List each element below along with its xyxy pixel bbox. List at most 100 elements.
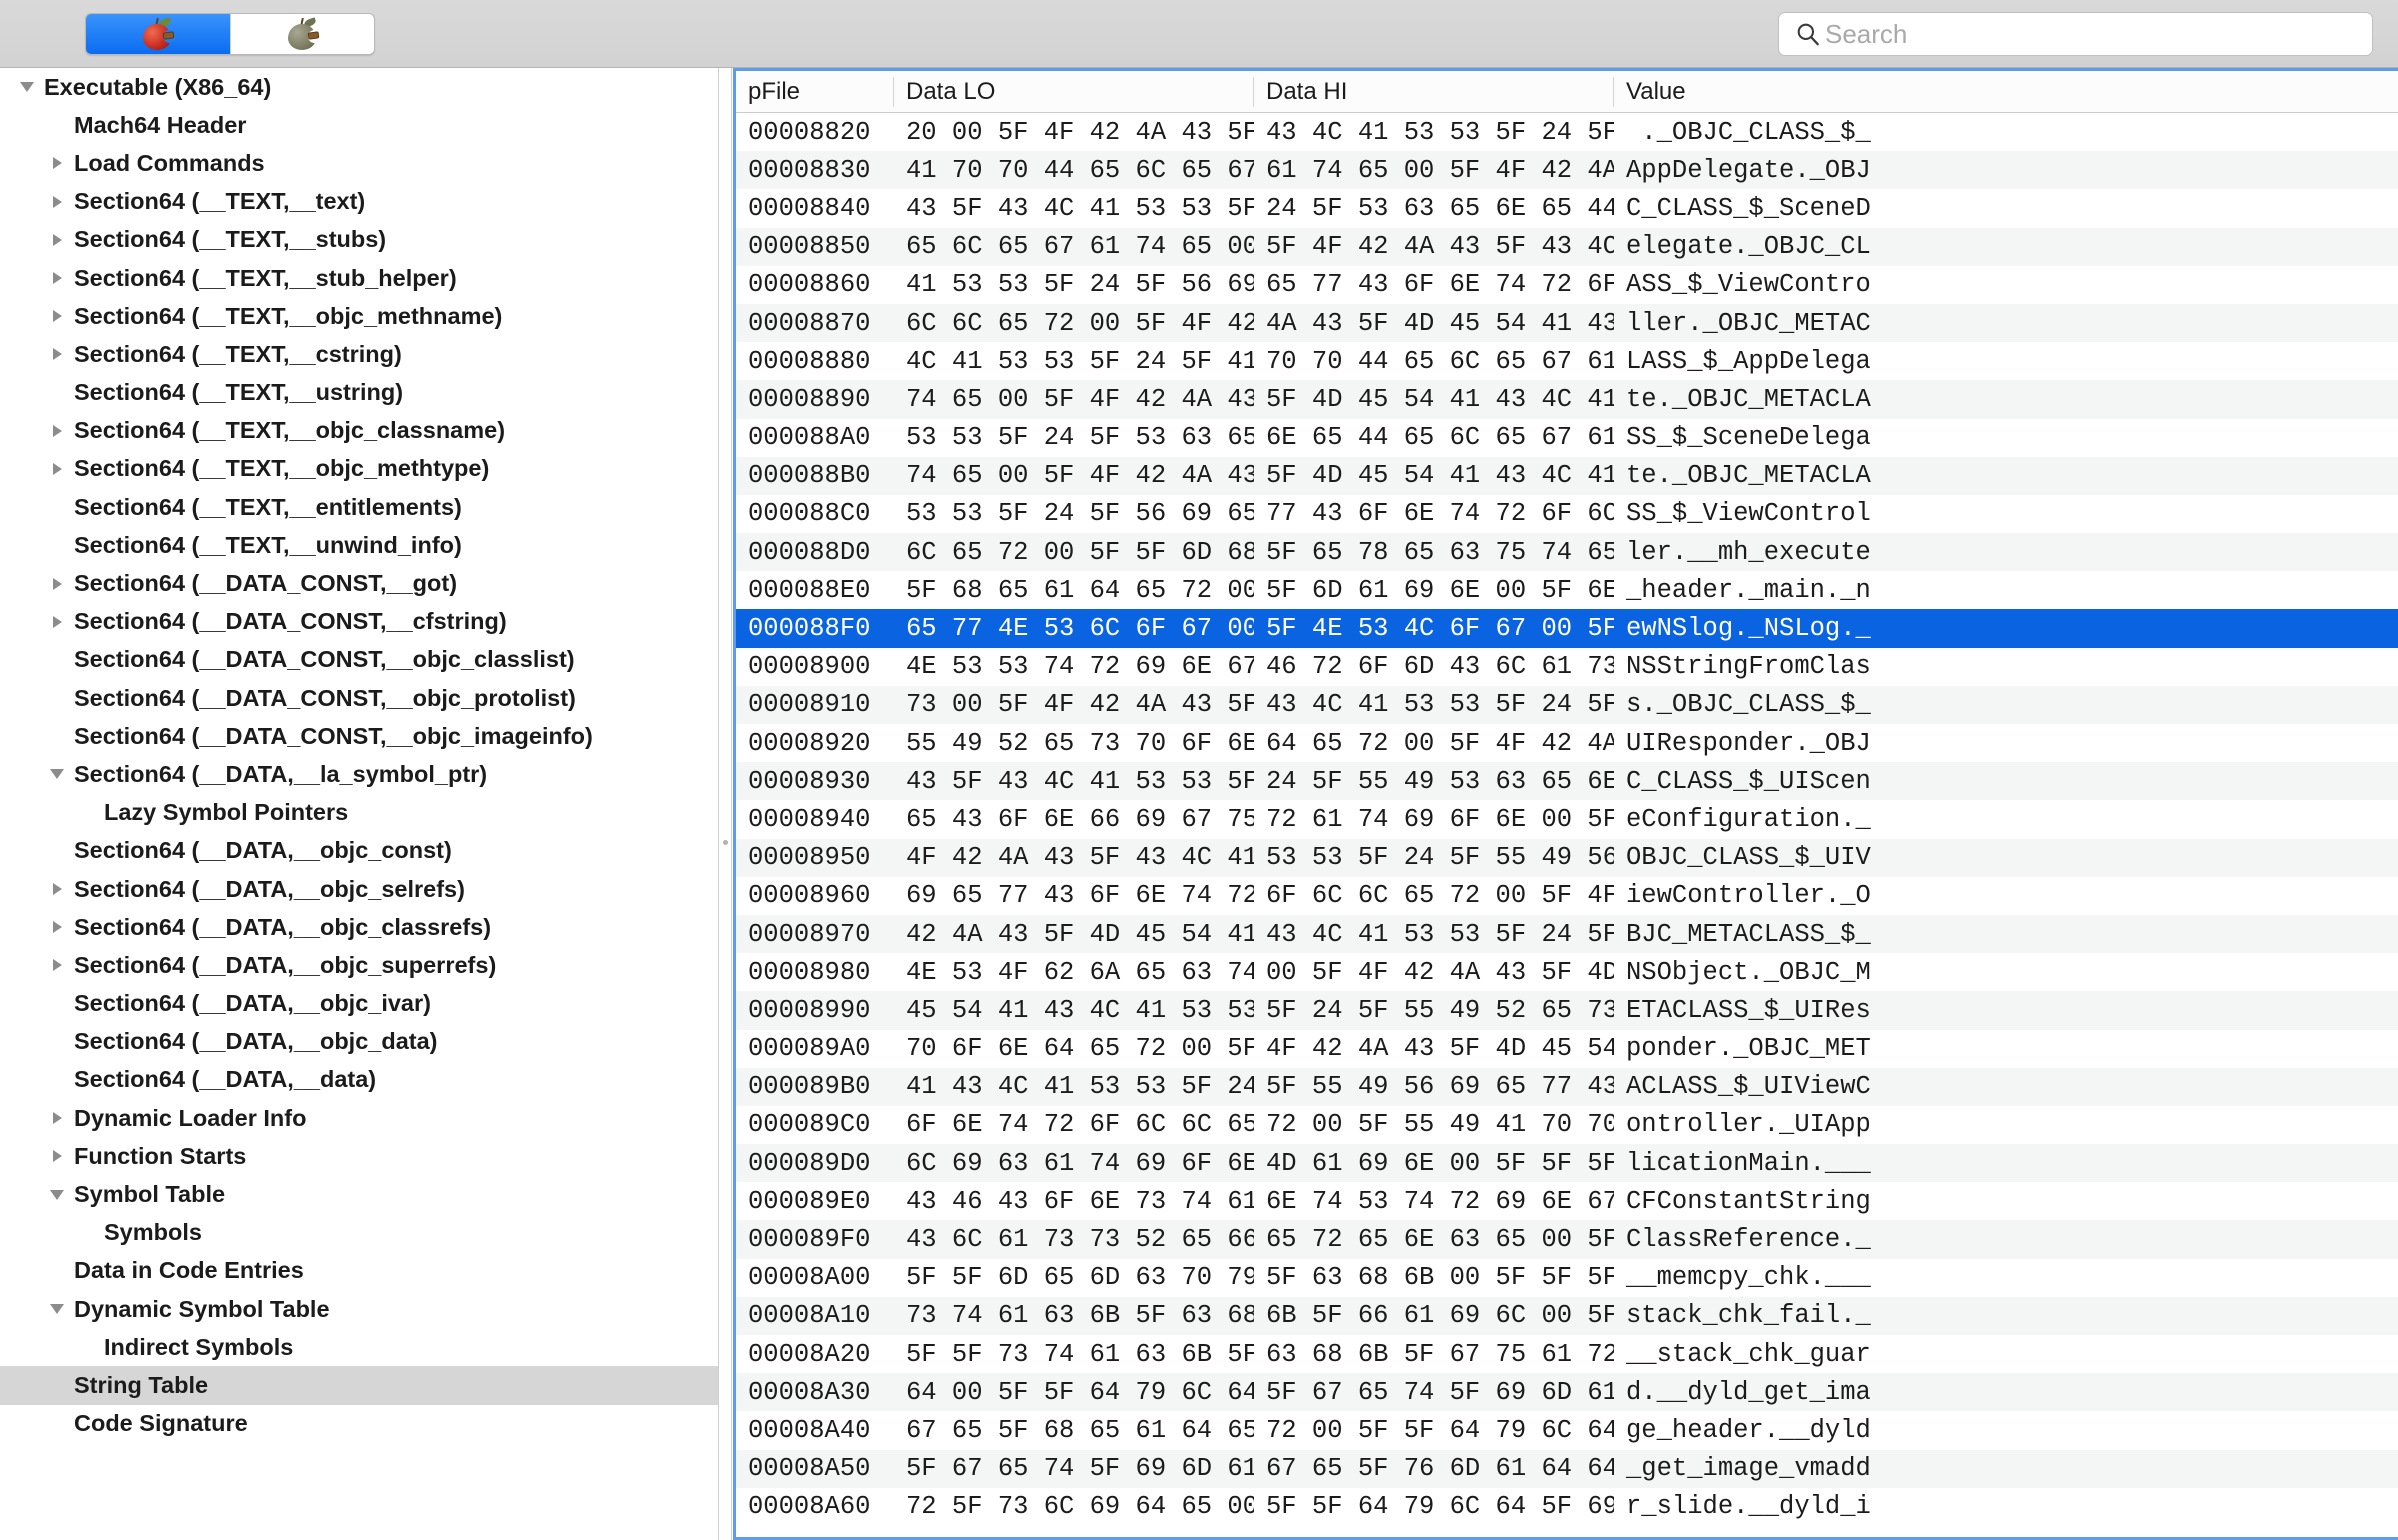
sidebar-item-executable-x86-64[interactable]: Executable (X86_64) xyxy=(0,68,718,106)
chevron-right-icon[interactable] xyxy=(44,272,70,285)
sidebar-item-section64-data-objc-selrefs[interactable]: Section64 (__DATA,__objc_selrefs) xyxy=(0,870,718,908)
segment-red-apple[interactable] xyxy=(86,14,230,54)
sidebar-item-section64-data-const-objc-classlist[interactable]: Section64 (__DATA_CONST,__objc_classlist… xyxy=(0,641,718,679)
chevron-right-icon[interactable] xyxy=(44,424,70,437)
sidebar-item-section64-data-data[interactable]: Section64 (__DATA,__data) xyxy=(0,1061,718,1099)
sidebar-item-section64-data-const-objc-protolist[interactable]: Section64 (__DATA_CONST,__objc_protolist… xyxy=(0,679,718,717)
sidebar-item-mach64-header[interactable]: Mach64 Header xyxy=(0,106,718,144)
table-row[interactable]: 00008A50 5F 67 65 74 5F 69 6D 61 67 65 5F … xyxy=(736,1449,2398,1488)
sidebar-item-section64-data-objc-ivar[interactable]: Section64 (__DATA,__objc_ivar) xyxy=(0,985,718,1023)
sidebar-item-function-starts[interactable]: Function Starts xyxy=(0,1137,718,1175)
table-row[interactable]: 00008880 4C 41 53 53 5F 24 5F 41 70 70 44 … xyxy=(736,342,2398,380)
table-row[interactable]: 00008900 4E 53 53 74 72 69 6E 67 46 72 6F … xyxy=(736,648,2398,686)
chevron-right-icon[interactable] xyxy=(44,921,70,934)
chevron-down-icon[interactable] xyxy=(44,769,70,780)
sidebar-item-section64-data-const-got[interactable]: Section64 (__DATA_CONST,__got) xyxy=(0,564,718,602)
chevron-right-icon[interactable] xyxy=(44,195,70,208)
chevron-right-icon[interactable] xyxy=(44,462,70,475)
chevron-right-icon[interactable] xyxy=(44,959,70,972)
sidebar-item-lazy-symbol-pointers[interactable]: Lazy Symbol Pointers xyxy=(0,794,718,832)
sidebar-item-section64-data-objc-data[interactable]: Section64 (__DATA,__objc_data) xyxy=(0,1023,718,1061)
table-row[interactable]: 000089D0 6C 69 63 61 74 69 6F 6E 4D 61 69 … xyxy=(736,1144,2398,1183)
table-row[interactable]: 00008830 41 70 70 44 65 6C 65 67 61 74 65 … xyxy=(736,151,2398,190)
structure-outline-sidebar[interactable]: Executable (X86_64) Mach64 Header Load Com… xyxy=(0,68,718,1540)
sidebar-item-section64-data-objc-superrefs[interactable]: Section64 (__DATA,__objc_superrefs) xyxy=(0,946,718,984)
chevron-right-icon[interactable] xyxy=(44,883,70,896)
sidebar-item-section64-text-objc-methtype[interactable]: Section64 (__TEXT,__objc_methtype) xyxy=(0,450,718,488)
sidebar-item-section64-text-unwind-info[interactable]: Section64 (__TEXT,__unwind_info) xyxy=(0,526,718,564)
table-row[interactable]: 00008970 42 4A 43 5F 4D 45 54 41 43 4C 41 … xyxy=(736,914,2398,954)
chevron-right-icon[interactable] xyxy=(44,157,70,170)
sidebar-item-data-in-code-entries[interactable]: Data in Code Entries xyxy=(0,1252,718,1290)
table-row[interactable]: 000088A0 53 53 5F 24 5F 53 63 65 6E 65 44 … xyxy=(736,419,2398,457)
chevron-right-icon[interactable] xyxy=(44,1150,70,1163)
sidebar-item-section64-text-stubs[interactable]: Section64 (__TEXT,__stubs) xyxy=(0,221,718,259)
table-row[interactable]: 00008A60 72 5F 73 6C 69 64 65 00 5F 5F 64 … xyxy=(736,1488,2398,1526)
sidebar-item-section64-text-objc-methname[interactable]: Section64 (__TEXT,__objc_methname) xyxy=(0,297,718,335)
sidebar-item-dynamic-loader-info[interactable]: Dynamic Loader Info xyxy=(0,1099,718,1137)
chevron-right-icon[interactable] xyxy=(44,348,70,361)
sidebar-item-section64-data-objc-classrefs[interactable]: Section64 (__DATA,__objc_classrefs) xyxy=(0,908,718,946)
table-row[interactable]: 000088E0 5F 68 65 61 64 65 72 00 5F 6D 61 … xyxy=(736,571,2398,609)
sidebar-item-dynamic-symbol-table[interactable]: Dynamic Symbol Table xyxy=(0,1290,718,1328)
chevron-right-icon[interactable] xyxy=(44,233,70,246)
pane-splitter[interactable] xyxy=(718,68,732,1540)
sidebar-item-section64-data-const-cfstring[interactable]: Section64 (__DATA_CONST,__cfstring) xyxy=(0,603,718,641)
sidebar-item-section64-text-text[interactable]: Section64 (__TEXT,__text) xyxy=(0,183,718,221)
table-row[interactable]: 000089B0 41 43 4C 41 53 53 5F 24 5F 55 49 … xyxy=(736,1067,2398,1106)
sidebar-item-section64-data-objc-const[interactable]: Section64 (__DATA,__objc_const) xyxy=(0,832,718,870)
table-row[interactable]: 00008A00 5F 5F 6D 65 6D 63 70 79 5F 63 68 … xyxy=(736,1259,2398,1297)
table-row[interactable]: 00008990 45 54 41 43 4C 41 53 53 5F 24 5F … xyxy=(736,991,2398,1030)
table-row[interactable]: 00008850 65 6C 65 67 61 74 65 00 5F 4F 42 … xyxy=(736,227,2398,266)
table-row[interactable]: 000088C0 53 53 5F 24 5F 56 69 65 77 43 6F … xyxy=(736,495,2398,533)
table-row[interactable]: 00008860 41 53 53 5F 24 5F 56 69 65 77 43 … xyxy=(736,266,2398,304)
chevron-right-icon[interactable] xyxy=(44,310,70,323)
sidebar-item-section64-text-objc-classname[interactable]: Section64 (__TEXT,__objc_classname) xyxy=(0,412,718,450)
table-row[interactable]: 00008950 4F 42 4A 43 5F 43 4C 41 53 53 5F … xyxy=(736,838,2398,877)
table-row[interactable]: 00008A40 67 65 5F 68 65 61 64 65 72 00 5F … xyxy=(736,1411,2398,1449)
sidebar-item-section64-text-cstring[interactable]: Section64 (__TEXT,__cstring) xyxy=(0,335,718,373)
table-row[interactable]: 000088B0 74 65 00 5F 4F 42 4A 43 5F 4D 45 … xyxy=(736,456,2398,495)
chevron-down-icon[interactable] xyxy=(44,1304,70,1315)
sidebar-item-string-table[interactable]: String Table xyxy=(0,1366,718,1405)
table-row[interactable]: 00008920 55 49 52 65 73 70 6F 6E 64 65 72 … xyxy=(736,724,2398,762)
chevron-down-icon[interactable] xyxy=(44,1189,70,1200)
search-input[interactable] xyxy=(1823,17,2362,51)
sidebar-item-symbol-table[interactable]: Symbol Table xyxy=(0,1175,718,1213)
sidebar-item-load-commands[interactable]: Load Commands xyxy=(0,144,718,182)
chevron-down-icon[interactable] xyxy=(14,82,40,93)
column-header-pfile[interactable]: pFile xyxy=(736,76,894,107)
search-field[interactable] xyxy=(1778,12,2373,56)
sidebar-item-section64-text-ustring[interactable]: Section64 (__TEXT,__ustring) xyxy=(0,374,718,412)
sidebar-item-section64-data-la-symbol-ptr[interactable]: Section64 (__DATA,__la_symbol_ptr) xyxy=(0,755,718,793)
table-row[interactable]: 000089F0 43 6C 61 73 73 52 65 66 65 72 65 … xyxy=(736,1220,2398,1259)
hex-detail-table[interactable]: pFile Data LO Data HI Value 00008820 20 0… xyxy=(733,68,2398,1540)
table-row[interactable]: 000089E0 43 46 43 6F 6E 73 74 61 6E 74 53 … xyxy=(736,1182,2398,1220)
table-row[interactable]: 00008980 4E 53 4F 62 6A 65 63 74 00 5F 4F … xyxy=(736,953,2398,991)
column-header-data-hi[interactable]: Data HI xyxy=(1254,76,1614,107)
table-row[interactable]: 000089C0 6F 6E 74 72 6F 6C 6C 65 72 00 5F … xyxy=(736,1106,2398,1144)
table-row[interactable]: 00008910 73 00 5F 4F 42 4A 43 5F 43 4C 41 … xyxy=(736,685,2398,724)
sidebar-item-section64-data-const-objc-imageinfo[interactable]: Section64 (__DATA_CONST,__objc_imageinfo… xyxy=(0,717,718,755)
segment-grey-apple[interactable] xyxy=(230,14,374,54)
chevron-right-icon[interactable] xyxy=(44,615,70,628)
table-row[interactable]: 000089A0 70 6F 6E 64 65 72 00 5F 4F 42 4A … xyxy=(736,1030,2398,1068)
table-row[interactable]: 00008A10 73 74 61 63 6B 5F 63 68 6B 5F 66 … xyxy=(736,1296,2398,1335)
table-row[interactable]: 00008930 43 5F 43 4C 41 53 53 5F 24 5F 55 … xyxy=(736,762,2398,801)
sidebar-item-indirect-symbols[interactable]: Indirect Symbols xyxy=(0,1328,718,1366)
table-row[interactable]: 00008890 74 65 00 5F 4F 42 4A 43 5F 4D 45 … xyxy=(736,380,2398,419)
chevron-right-icon[interactable] xyxy=(44,577,70,590)
sidebar-item-section64-text-entitlements[interactable]: Section64 (__TEXT,__entitlements) xyxy=(0,488,718,526)
table-row[interactable]: 00008A30 64 00 5F 5F 64 79 6C 64 5F 67 65 … xyxy=(736,1373,2398,1412)
column-header-data-lo[interactable]: Data LO xyxy=(894,76,1254,107)
table-row[interactable]: 000088F0 65 77 4E 53 6C 6F 67 00 5F 4E 53 … xyxy=(736,609,2398,648)
sidebar-item-section64-text-stub-helper[interactable]: Section64 (__TEXT,__stub_helper) xyxy=(0,259,718,297)
column-header-value[interactable]: Value xyxy=(1614,77,2398,107)
view-mode-segmented-control[interactable] xyxy=(85,13,375,55)
table-row[interactable]: 00008840 43 5F 43 4C 41 53 53 5F 24 5F 53 … xyxy=(736,189,2398,227)
chevron-right-icon[interactable] xyxy=(44,1112,70,1125)
table-row[interactable]: 000088D0 6C 65 72 00 5F 5F 6D 68 5F 65 78 … xyxy=(736,533,2398,572)
table-row[interactable]: 00008820 20 00 5F 4F 42 4A 43 5F 43 4C 41 … xyxy=(736,113,2398,151)
sidebar-item-symbols[interactable]: Symbols xyxy=(0,1214,718,1252)
table-row[interactable]: 00008960 69 65 77 43 6F 6E 74 72 6F 6C 6C … xyxy=(736,877,2398,915)
